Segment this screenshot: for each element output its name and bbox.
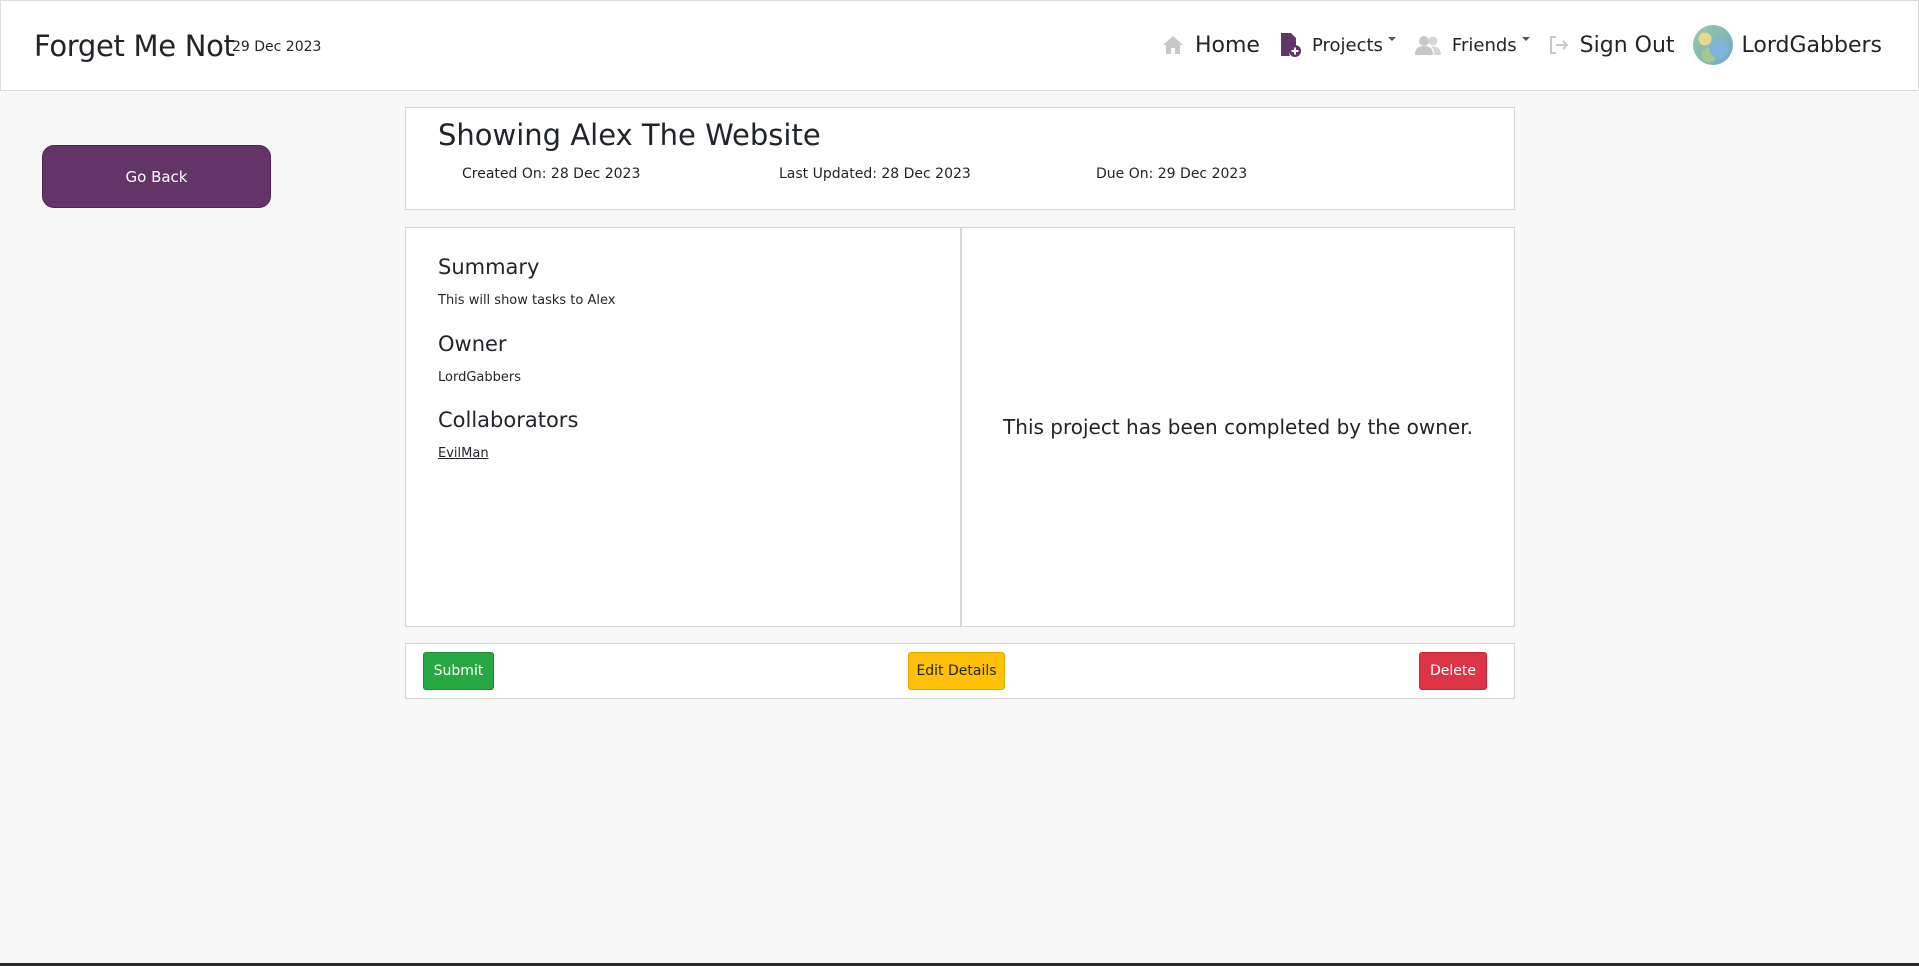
created-on: Created On: 28 Dec 2023: [462, 166, 641, 182]
top-navbar: Forget Me Not 29 Dec 2023 Home Projects: [0, 0, 1919, 91]
summary-heading: Summary: [438, 255, 540, 279]
collaborator-link[interactable]: EvilMan: [438, 446, 489, 461]
nav-sign-out-label: Sign Out: [1579, 32, 1675, 58]
current-date: 29 Dec 2023: [232, 39, 322, 55]
due-on: Due On: 29 Dec 2023: [1096, 166, 1248, 182]
owner-name: LordGabbers: [438, 370, 521, 385]
last-updated: Last Updated: 28 Dec 2023: [779, 166, 971, 182]
nav-menu: Home Projects Friends Sign Out LordGabbe…: [1143, 25, 1882, 65]
owner-heading: Owner: [438, 332, 507, 356]
home-icon: [1162, 36, 1183, 54]
chevron-down-icon: [1387, 37, 1396, 41]
avatar: [1692, 25, 1733, 65]
action-bar: Submit Edit Details Delete: [405, 643, 1515, 699]
project-detail-card: Summary This will show tasks to Alex Own…: [405, 227, 1515, 627]
nav-home[interactable]: Home: [1161, 33, 1260, 58]
nav-friends[interactable]: Friends: [1414, 34, 1530, 56]
project-header-card: Showing Alex The Website Created On: 28 …: [405, 107, 1515, 210]
nav-friends-label: Friends: [1451, 34, 1517, 56]
chevron-down-icon: [1521, 37, 1530, 41]
collaborators-heading: Collaborators: [438, 408, 579, 432]
go-back-button[interactable]: Go Back: [42, 145, 271, 208]
brand-title[interactable]: Forget Me Not: [34, 29, 235, 63]
delete-button[interactable]: Delete: [1419, 652, 1487, 690]
user-profile[interactable]: LordGabbers: [1692, 25, 1882, 65]
nav-sign-out[interactable]: Sign Out: [1548, 33, 1675, 58]
edit-details-button[interactable]: Edit Details: [908, 652, 1005, 690]
project-add-icon: [1280, 33, 1301, 57]
nav-home-label: Home: [1194, 32, 1260, 58]
nav-projects[interactable]: Projects: [1278, 32, 1396, 58]
username: LordGabbers: [1741, 32, 1882, 58]
nav-projects-label: Projects: [1311, 34, 1383, 56]
friends-icon: [1414, 36, 1441, 55]
page-title: Showing Alex The Website: [438, 118, 821, 152]
summary-text: This will show tasks to Alex: [438, 293, 616, 308]
sign-out-icon: [1549, 36, 1569, 54]
completion-status-message: This project has been completed by the o…: [1003, 415, 1473, 439]
submit-button[interactable]: Submit: [423, 652, 494, 690]
